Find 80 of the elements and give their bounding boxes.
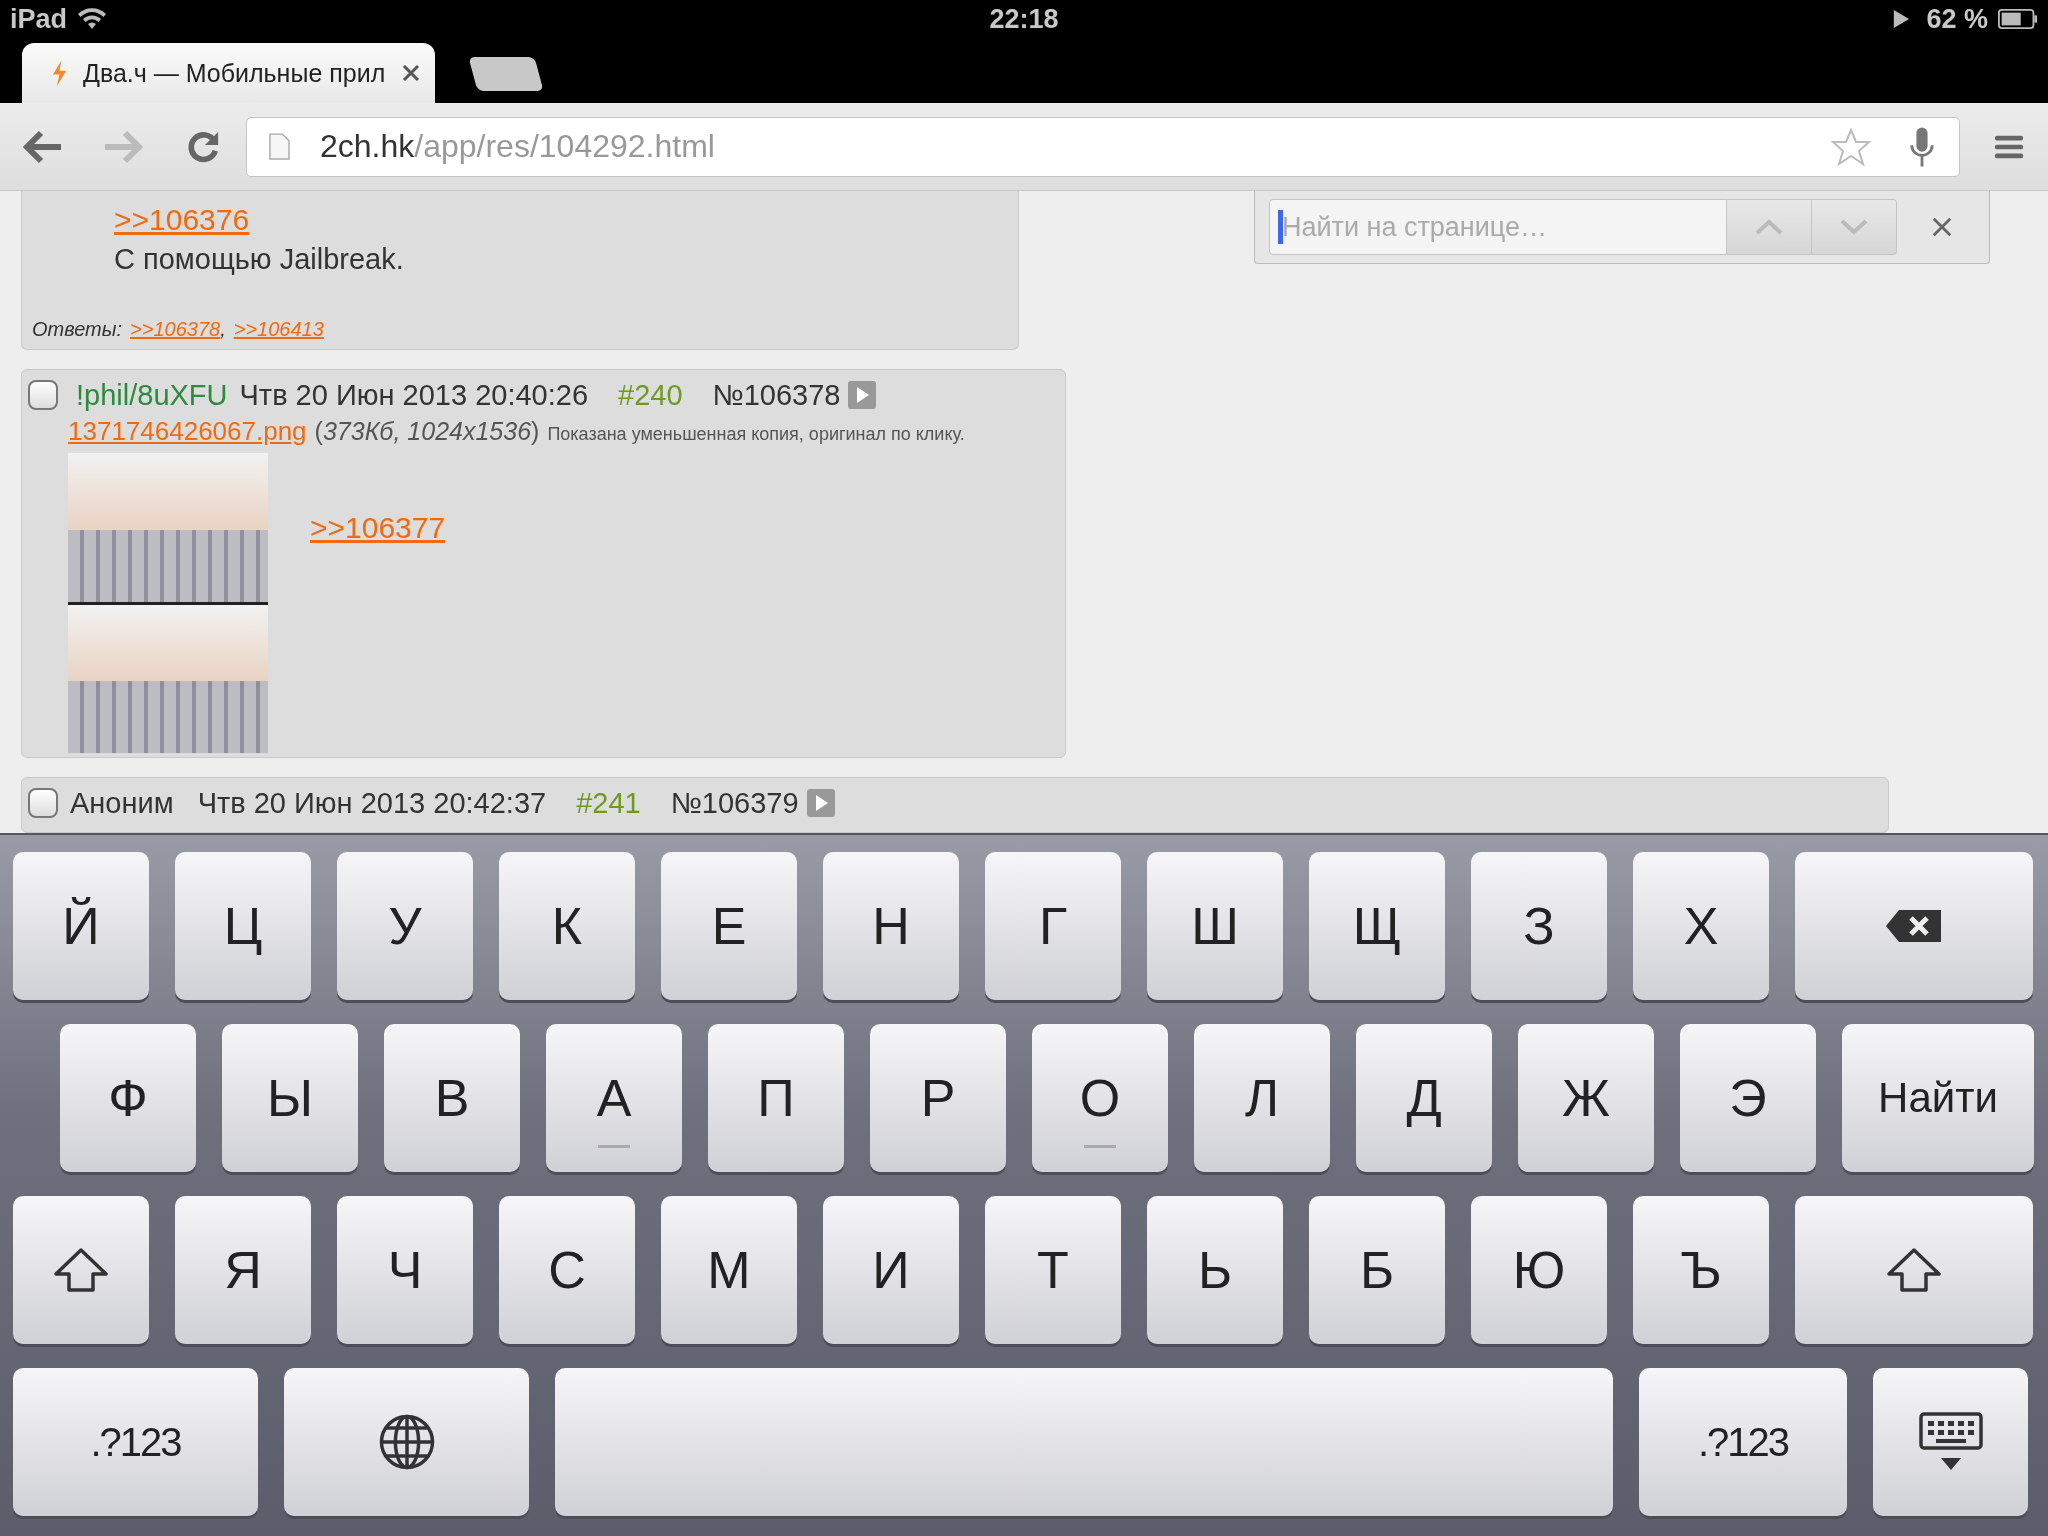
- letter-key[interactable]: Ш: [1147, 852, 1283, 1000]
- letter-key[interactable]: Ъ: [1633, 1196, 1769, 1344]
- letter-key[interactable]: У: [337, 852, 473, 1000]
- file-note: Показана уменьшенная копия, оригинал по клику.: [547, 424, 965, 445]
- post-id[interactable]: №106378: [712, 378, 841, 412]
- letter-key[interactable]: П: [708, 1024, 844, 1172]
- letter-key[interactable]: Ц: [175, 852, 311, 1000]
- close-icon[interactable]: [401, 63, 422, 83]
- letter-key[interactable]: Е: [661, 852, 797, 1000]
- author-name: !phil/8uXFU: [76, 378, 228, 412]
- letter-key[interactable]: З: [1471, 852, 1607, 1000]
- file-info: (373Кб, 1024x1536): [314, 417, 540, 446]
- letter-key[interactable]: В: [384, 1024, 520, 1172]
- letter-key[interactable]: Т: [985, 1196, 1121, 1344]
- backspace-key[interactable]: [1795, 852, 2033, 1000]
- post-id[interactable]: №106379: [670, 786, 799, 820]
- play-icon[interactable]: [848, 381, 877, 409]
- page-icon: [269, 133, 290, 160]
- letter-key[interactable]: К: [499, 852, 635, 1000]
- letter-key[interactable]: Д: [1356, 1024, 1492, 1172]
- numbers-key[interactable]: .?123: [1639, 1368, 1847, 1516]
- close-icon[interactable]: [1931, 216, 1953, 238]
- letter-key[interactable]: Х: [1633, 852, 1769, 1000]
- letter-key[interactable]: Э: [1680, 1024, 1816, 1172]
- search-key[interactable]: Найти: [1842, 1024, 2034, 1172]
- letter-key[interactable]: Ж: [1518, 1024, 1654, 1172]
- shift-icon: [1887, 1248, 1941, 1292]
- letter-key[interactable]: Н: [823, 852, 959, 1000]
- numbers-key[interactable]: .?123: [13, 1368, 258, 1516]
- chevron-down-icon: [1839, 219, 1869, 235]
- letter-key[interactable]: А: [546, 1024, 682, 1172]
- star-icon[interactable]: [1831, 127, 1871, 166]
- clock-time: 22:18: [989, 3, 1059, 35]
- play-icon[interactable]: [806, 789, 835, 817]
- letter-key[interactable]: Б: [1309, 1196, 1445, 1344]
- letter-key[interactable]: Ь: [1147, 1196, 1283, 1344]
- replies-label: Ответы:: [32, 318, 123, 341]
- globe-icon: [377, 1413, 436, 1471]
- letter-key[interactable]: Г: [985, 852, 1121, 1000]
- url-text: 2ch.hk/app/res/104292.html: [320, 128, 716, 165]
- lightning-icon: [52, 59, 67, 87]
- comma: ,: [220, 318, 226, 341]
- keyboard-icon: [1918, 1412, 1983, 1472]
- post-text: С помощью Jailbreak.: [114, 243, 404, 276]
- browser-tab[interactable]: Два.ч — Мобильные прил: [22, 43, 436, 103]
- screenshot-thumbnail[interactable]: [68, 453, 268, 753]
- post-checkbox[interactable]: [28, 788, 58, 818]
- letter-key[interactable]: О: [1032, 1024, 1168, 1172]
- letter-key[interactable]: Ч: [337, 1196, 473, 1344]
- tab-title: Два.ч — Мобильные прил: [83, 58, 386, 88]
- globe-key[interactable]: [284, 1368, 529, 1516]
- letter-key[interactable]: И: [823, 1196, 959, 1344]
- address-bar[interactable]: 2ch.hk/app/res/104292.html: [246, 116, 1960, 177]
- back-icon[interactable]: [23, 129, 63, 164]
- post-date: Чтв 20 Июн 2013 20:40:26: [239, 378, 589, 412]
- shift-icon: [54, 1248, 108, 1292]
- author-name: Аноним: [70, 786, 174, 820]
- hide-keyboard-key[interactable]: [1873, 1368, 2028, 1516]
- wifi-icon: [77, 8, 108, 30]
- battery-percent: 62 %: [1926, 3, 1988, 35]
- letter-key[interactable]: Ю: [1471, 1196, 1607, 1344]
- letter-key[interactable]: Й: [13, 852, 149, 1000]
- post-checkbox[interactable]: [28, 380, 58, 410]
- device-name: iPad: [10, 3, 68, 35]
- shift-key[interactable]: [13, 1196, 149, 1344]
- backspace-icon: [1885, 909, 1943, 943]
- play-icon: [1892, 8, 1911, 30]
- letter-key[interactable]: Р: [870, 1024, 1006, 1172]
- letter-key[interactable]: М: [661, 1196, 797, 1344]
- letter-key[interactable]: Ф: [60, 1024, 196, 1172]
- letter-key[interactable]: С: [499, 1196, 635, 1344]
- letter-key[interactable]: Щ: [1309, 852, 1445, 1000]
- post-date: Чтв 20 Июн 2013 20:42:37: [197, 786, 547, 820]
- letter-key[interactable]: Ы: [222, 1024, 358, 1172]
- chevron-up-icon: [1754, 219, 1784, 235]
- letter-key[interactable]: Л: [1194, 1024, 1330, 1172]
- text-cursor: [1278, 210, 1283, 244]
- letter-key[interactable]: Я: [175, 1196, 311, 1344]
- battery-icon: [1998, 9, 2038, 29]
- find-field[interactable]: Найти на странице…: [1269, 199, 1727, 255]
